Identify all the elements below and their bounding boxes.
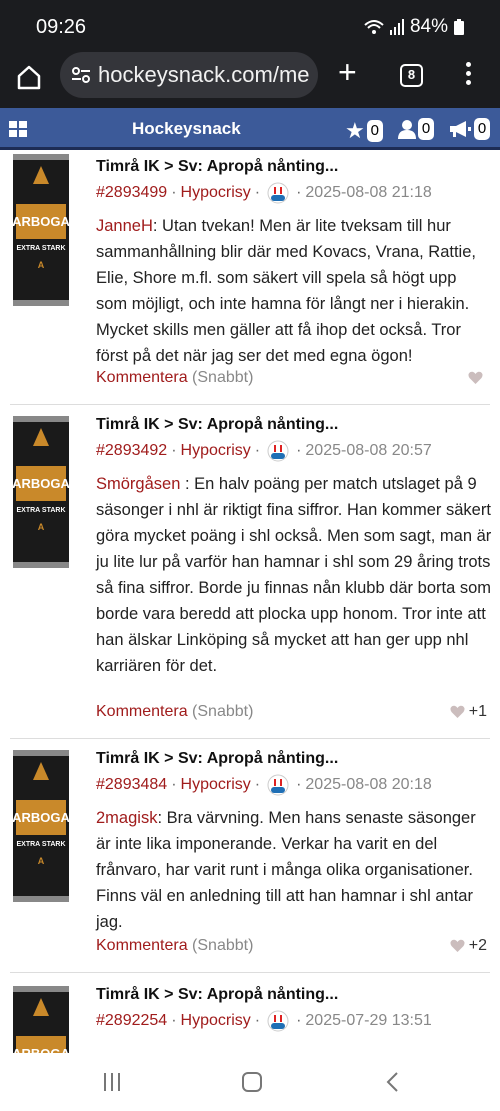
beer-can-avatar[interactable]: ARBOGA EXTRA STARK A [11, 154, 71, 306]
user-count: 0 [418, 118, 434, 140]
can-sub: EXTRA STARK [17, 245, 66, 252]
like-count: +2 [468, 937, 487, 954]
like-count: +1 [468, 703, 487, 720]
can-grade: A [38, 856, 45, 866]
post-meta: #2893484 · Hypocrisy · · 2025-08-08 20:1… [96, 774, 432, 796]
post-date: 2025-07-29 13:51 [305, 1012, 432, 1029]
post-actions: Kommentera (Snabbt) [96, 703, 253, 721]
comment-author[interactable]: 2magisk [96, 809, 157, 827]
post-date: 2025-08-08 20:57 [305, 442, 432, 459]
divider [10, 738, 490, 739]
battery-icon [454, 19, 464, 35]
battery-level: 84% [409, 16, 448, 37]
browser-toolbar: hockeysnack.com/me + 8 [0, 52, 500, 108]
post-body: 2magisk: Bra värvning. Men hans senaste … [96, 805, 492, 935]
users-counter[interactable]: 0 [398, 118, 434, 140]
star-count: 0 [366, 120, 383, 142]
post-id[interactable]: #2892254 [96, 1012, 167, 1030]
comment-text: : Utan tvekan! Men är lite tveksam till … [96, 217, 476, 365]
post-actions: Kommentera (Snabbt) [96, 937, 253, 955]
post-meta: #2892254 · Hypocrisy · · 2025-07-29 13:5… [96, 1010, 432, 1032]
post-title[interactable]: Timrå IK > Sv: Apropå nånting... [96, 986, 338, 1004]
team-logo-icon [267, 1010, 289, 1032]
team-logo-icon [267, 440, 289, 462]
heart-icon [450, 939, 465, 952]
post-meta: #2893492 · Hypocrisy · · 2025-08-08 20:5… [96, 440, 432, 462]
user-icon [398, 120, 416, 139]
back-icon[interactable] [384, 1071, 400, 1093]
like-button[interactable]: +2 [450, 937, 487, 955]
post-id[interactable]: #2893499 [96, 184, 167, 202]
home-button-icon[interactable] [242, 1072, 262, 1092]
can-brand: ARBOGA [12, 476, 70, 491]
comment-text: : En halv poäng per match utslaget på 9 … [96, 475, 492, 675]
home-icon[interactable] [14, 62, 44, 92]
post-actions: Kommentera (Snabbt) [96, 369, 253, 387]
post-body: JanneH: Utan tvekan! Men är lite tveksam… [96, 213, 492, 369]
recents-icon[interactable] [104, 1073, 122, 1091]
site-title[interactable]: Hockeysnack [132, 119, 241, 139]
beer-can-avatar[interactable]: ARBOGA [11, 986, 71, 1053]
quick-comment-button[interactable]: (Snabbt) [192, 369, 253, 386]
divider [10, 972, 490, 973]
site-settings-icon[interactable] [70, 64, 92, 86]
post-id[interactable]: #2893492 [96, 442, 167, 460]
post-title[interactable]: Timrå IK > Sv: Apropå nånting... [96, 416, 338, 434]
beer-can-avatar[interactable]: ARBOGA EXTRA STARK A [11, 750, 71, 902]
can-brand: ARBOGA [12, 1046, 70, 1053]
can-grade: A [38, 260, 45, 270]
can-brand: ARBOGA [12, 810, 70, 825]
team-logo-icon [267, 774, 289, 796]
comment-button[interactable]: Kommentera [96, 937, 188, 954]
comment-author[interactable]: Smörgåsen [96, 475, 180, 493]
favorites-counter[interactable]: ★ 0 [345, 118, 383, 144]
url-text: hockeysnack.com/me [98, 62, 310, 87]
megaphone-icon [450, 121, 471, 137]
status-time: 09:26 [36, 16, 87, 38]
post-meta: #2893499 · Hypocrisy · · 2025-08-08 21:1… [96, 182, 432, 204]
beer-can-avatar[interactable]: ARBOGA EXTRA STARK A [11, 416, 71, 568]
post-user[interactable]: Hypocrisy [181, 1012, 251, 1030]
announcements-counter[interactable]: 0 [448, 118, 490, 140]
more-menu-icon[interactable] [463, 62, 473, 90]
post-date: 2025-08-08 20:18 [305, 776, 432, 793]
address-bar[interactable]: hockeysnack.com/me [60, 52, 318, 98]
comment-author[interactable]: JanneH [96, 217, 153, 235]
like-button[interactable]: +1 [450, 703, 487, 721]
system-nav-bar [0, 1053, 500, 1111]
quick-comment-button[interactable]: (Snabbt) [192, 703, 253, 720]
wifi-icon [364, 20, 384, 34]
post-feed: ARBOGA EXTRA STARK A Timrå IK > Sv: Apro… [0, 150, 500, 1053]
post-user[interactable]: Hypocrisy [181, 184, 251, 202]
can-sub: EXTRA STARK [17, 507, 66, 514]
like-button[interactable] [468, 371, 487, 385]
comment-text: : Bra värvning. Men hans senaste säsonge… [96, 809, 476, 931]
status-bar: 09:26 84% [0, 0, 500, 52]
can-sub: EXTRA STARK [17, 841, 66, 848]
post-title[interactable]: Timrå IK > Sv: Apropå nånting... [96, 750, 338, 768]
announce-count: 0 [474, 118, 490, 140]
status-icons: 84% [364, 16, 464, 38]
can-grade: A [38, 522, 45, 532]
divider [10, 404, 490, 405]
heart-icon [450, 705, 465, 718]
post-title[interactable]: Timrå IK > Sv: Apropå nånting... [96, 158, 338, 176]
heart-icon [468, 371, 483, 384]
quick-comment-button[interactable]: (Snabbt) [192, 937, 253, 954]
post-body: Smörgåsen : En halv poäng per match utsl… [96, 471, 492, 679]
post-user[interactable]: Hypocrisy [181, 776, 251, 794]
new-tab-icon[interactable]: + [338, 56, 357, 88]
tab-switcher-button[interactable]: 8 [400, 64, 423, 87]
post-id[interactable]: #2893484 [96, 776, 167, 794]
post-date: 2025-08-08 21:18 [305, 184, 432, 201]
signal-icon [389, 19, 404, 35]
team-logo-icon [267, 182, 289, 204]
comment-button[interactable]: Kommentera [96, 703, 188, 720]
grid-menu-icon[interactable] [9, 121, 27, 137]
star-icon: ★ [345, 118, 365, 143]
post-user[interactable]: Hypocrisy [181, 442, 251, 460]
comment-button[interactable]: Kommentera [96, 369, 188, 386]
site-header: Hockeysnack ★ 0 0 0 [0, 108, 500, 150]
can-brand: ARBOGA [12, 214, 70, 229]
